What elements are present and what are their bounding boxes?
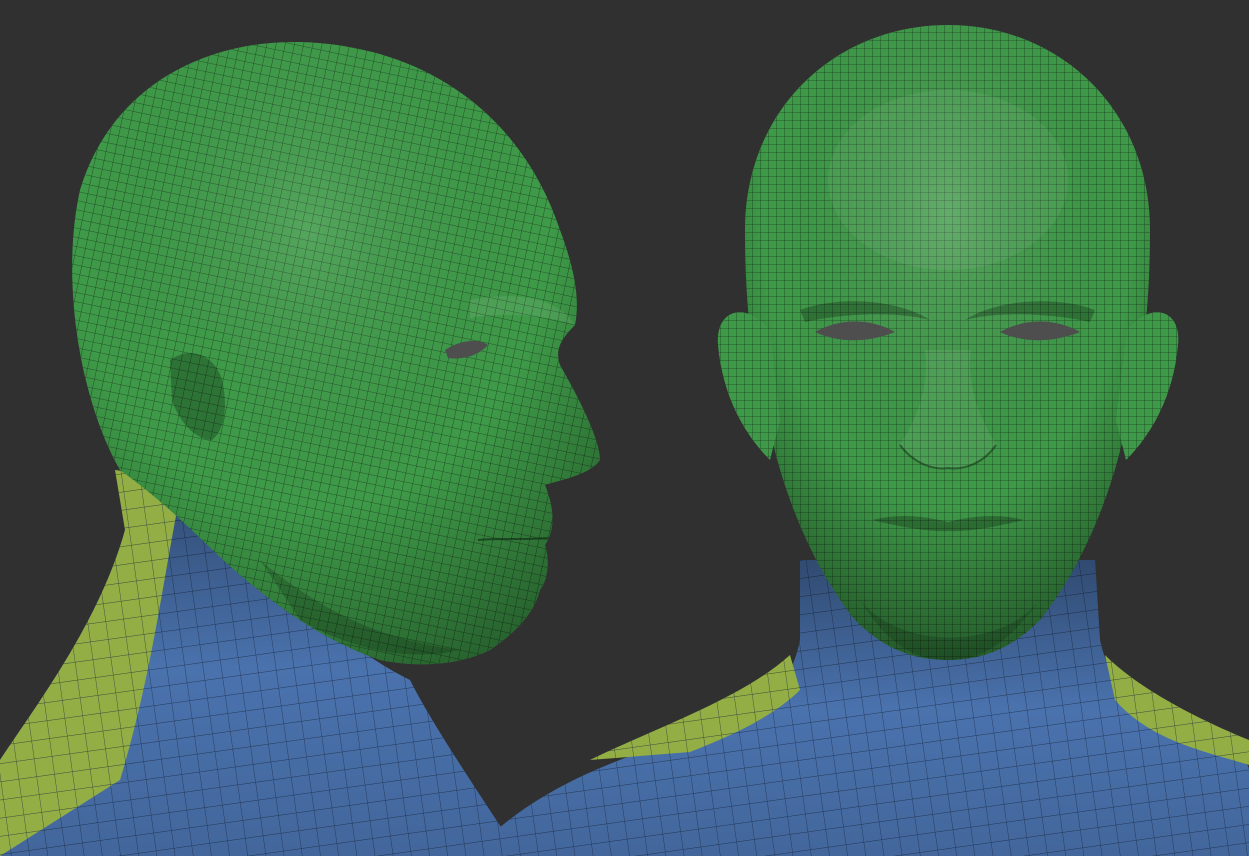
render-viewport <box>0 0 1249 856</box>
scene-svg <box>0 0 1249 856</box>
